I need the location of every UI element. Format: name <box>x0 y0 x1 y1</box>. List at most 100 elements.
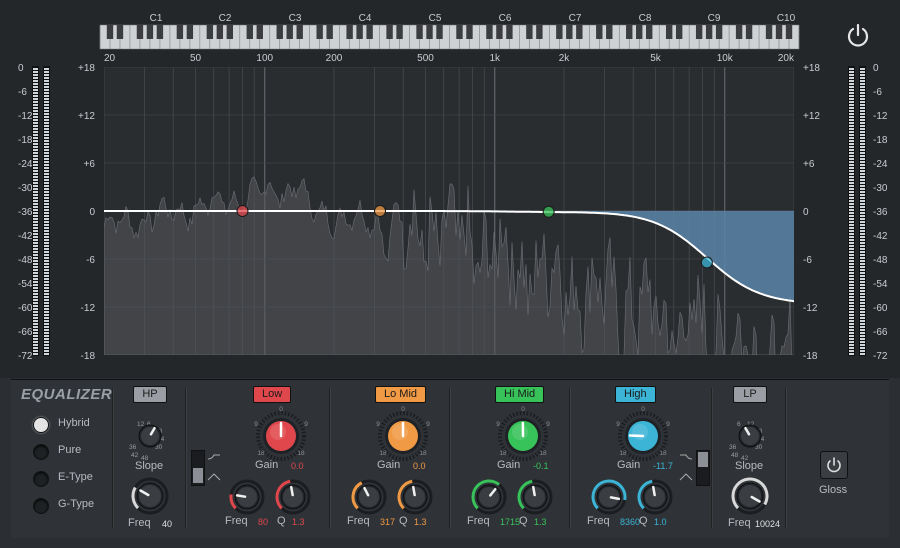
gain-value-hi-mid: -0.1 <box>533 461 549 471</box>
output-meter-db-label: -48 <box>873 255 888 266</box>
input-meter-db-label: -72 <box>18 351 33 362</box>
power-icon[interactable] <box>844 22 872 50</box>
band-button-high[interactable]: High <box>615 386 656 403</box>
hp-freq-knob[interactable] <box>129 475 171 517</box>
gain-tick-label: 9 <box>546 421 550 428</box>
q-knob-hi-mid[interactable] <box>515 477 555 517</box>
gain-value-high: -11.7 <box>653 461 673 471</box>
gain-scale-label-right: -6 <box>803 255 812 266</box>
output-meter-db-label: -30 <box>873 183 888 194</box>
gain-tick-label: 9 <box>496 421 500 428</box>
q-label: Q <box>639 515 648 527</box>
freq-label: Freq <box>225 515 248 527</box>
mode-radio-pure[interactable] <box>33 444 49 460</box>
piano-note-label: C5 <box>429 13 442 24</box>
mode-label: E-Type <box>58 471 93 483</box>
output-meter-db-label: -42 <box>873 231 888 242</box>
eq-display-area: C1 C2 C3 C4 C5 C6 C7 C8 C9 C10 20 50 100 200 500 1k 2k 5… <box>0 0 900 378</box>
slope-tick-label: 6 <box>737 421 741 428</box>
input-meter-db-label: -12 <box>18 111 33 122</box>
mode-label: G-Type <box>58 498 95 510</box>
hp-button[interactable]: HP <box>133 386 167 403</box>
gain-tick-label: 18 <box>499 450 507 457</box>
gloss-button[interactable] <box>820 451 848 479</box>
lp-freq-knob[interactable] <box>729 475 771 517</box>
mode-label: Hybrid <box>58 417 90 429</box>
gain-tick-label: 18 <box>419 450 427 457</box>
freq-value-lo-mid: 317 <box>380 517 396 527</box>
output-meter-db-label: 0 <box>873 63 879 74</box>
band-button-lo-mid[interactable]: Lo Mid <box>375 386 427 403</box>
band-handle-low[interactable] <box>236 205 249 217</box>
piano-note-label: C8 <box>639 13 652 24</box>
gain-tick-label: 18 <box>659 450 667 457</box>
freq-label: Freq <box>467 515 490 527</box>
q-label: Q <box>519 515 528 527</box>
band-handle-lo-mid[interactable] <box>374 205 387 217</box>
input-meter-db-label: -30 <box>18 183 33 194</box>
gain-tick-label: 0 <box>279 406 283 413</box>
q-label: Q <box>399 515 408 527</box>
output-meter-db-label: -66 <box>873 327 888 338</box>
freq-label: Freq <box>587 515 610 527</box>
gain-scale-label-left: -6 <box>86 255 95 266</box>
gain-scale-label-left: -12 <box>81 303 96 314</box>
gain-label: Gain <box>255 459 279 471</box>
gain-value-low: 0.0 <box>291 461 304 471</box>
hp-freq-value: 40 <box>162 519 173 529</box>
gain-scale-label-left: +6 <box>84 159 96 170</box>
input-meter-db-label: -60 <box>18 303 33 314</box>
low-type-switch[interactable] <box>191 450 205 486</box>
piano-keyboard: C1 C2 C3 C4 C5 C6 C7 C8 C9 C10 20 50 100 200 500 1k 2k 5… <box>99 13 800 64</box>
input-meter-db-label: -54 <box>18 279 33 290</box>
mode-radio-e-type[interactable] <box>33 471 49 487</box>
output-meter-db-label: -12 <box>873 111 888 122</box>
band-handle-high[interactable] <box>700 256 713 269</box>
gain-label: Gain <box>617 459 641 471</box>
shelf-shape-icons <box>207 454 221 481</box>
gain-scale-label-right: -18 <box>803 351 818 362</box>
hp-slope-label: Slope <box>135 460 164 472</box>
gain-label: Gain <box>497 459 521 471</box>
mode-radio-g-type[interactable] <box>33 498 49 514</box>
band-handle-hi-mid[interactable] <box>542 205 555 218</box>
output-meter-db-label: -60 <box>873 303 888 314</box>
output-meter-db-label: -6 <box>873 87 882 98</box>
mode-radio-hybrid[interactable] <box>33 417 49 433</box>
slope-tick-label: 48 <box>731 452 739 459</box>
gain-scale-label-left: -18 <box>81 351 96 362</box>
q-value-high: 1.0 <box>654 517 667 527</box>
gain-tick-label: 0 <box>401 406 405 413</box>
gain-tick-label: 18 <box>379 450 387 457</box>
gain-scale-label-right: +6 <box>803 159 815 170</box>
gain-tick-label: 9 <box>666 421 670 428</box>
freq-knob-lo-mid[interactable] <box>349 477 389 517</box>
control-panel: EQUALIZER Hybrid Pure E-Type G-Type HP 1261… <box>11 379 889 538</box>
band-button-low[interactable]: Low <box>253 386 292 403</box>
input-meter-db-label: -66 <box>18 327 33 338</box>
high-type-switch[interactable] <box>696 450 710 486</box>
eq-curve-display[interactable] <box>104 67 794 355</box>
output-meter-db-label: -36 <box>873 207 888 218</box>
input-meter-db-label: -6 <box>18 87 27 98</box>
freq-knob-high[interactable] <box>589 477 629 517</box>
q-knob-low[interactable] <box>273 477 313 517</box>
lp-slope-knob[interactable]: 612182430364842 <box>723 408 777 462</box>
band-button-hi-mid[interactable]: Hi Mid <box>495 386 545 403</box>
output-meter-db-label: -18 <box>873 135 888 146</box>
q-value-low: 1.3 <box>292 517 305 527</box>
q-knob-high[interactable] <box>635 477 675 517</box>
output-meter-db-label: -24 <box>873 159 888 170</box>
freq-knob-low[interactable] <box>227 477 267 517</box>
gain-scale-label-left: 0 <box>89 207 95 218</box>
q-label: Q <box>277 515 286 527</box>
freq-knob-hi-mid[interactable] <box>469 477 509 517</box>
input-meter-db-label: -18 <box>18 135 33 146</box>
q-knob-lo-mid[interactable] <box>395 477 435 517</box>
piano-note-label: C2 <box>219 13 232 24</box>
lp-slope-label: Slope <box>735 460 764 472</box>
gain-tick-label: 9 <box>616 421 620 428</box>
gain-tick-label: 18 <box>619 450 627 457</box>
hp-slope-knob[interactable]: 126182430364248 <box>123 408 177 462</box>
lp-button[interactable]: LP <box>733 386 767 403</box>
